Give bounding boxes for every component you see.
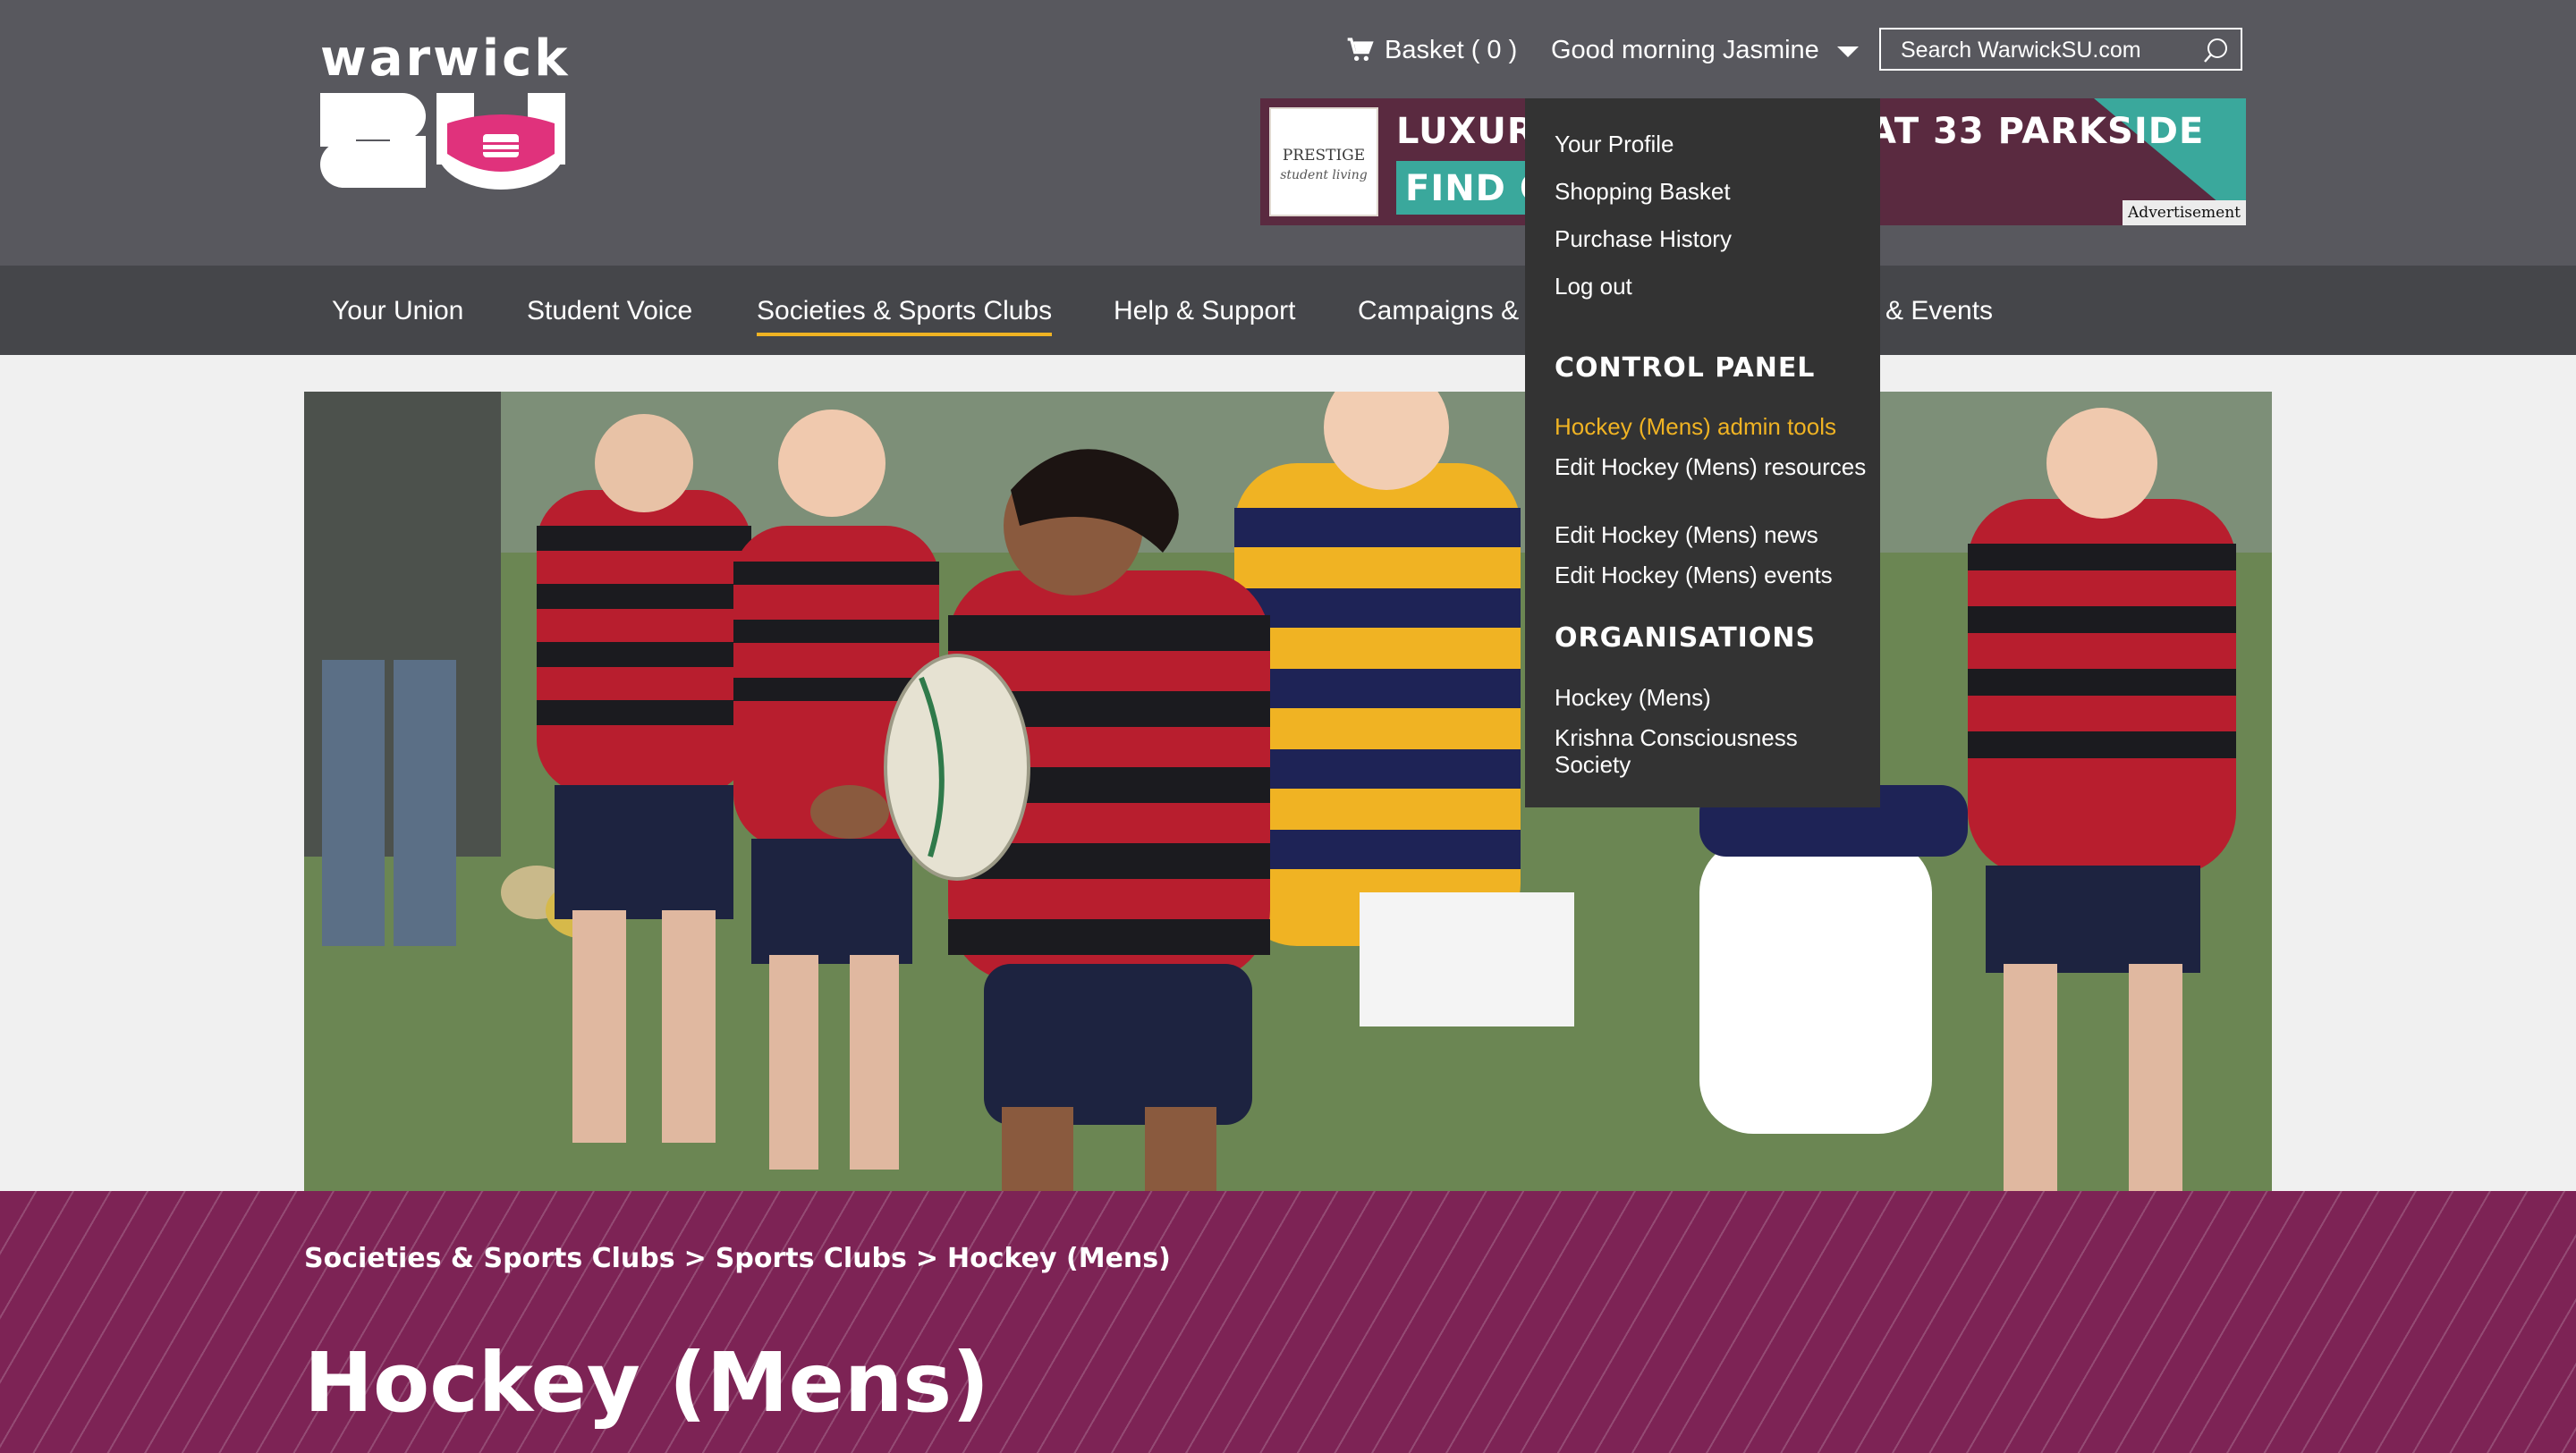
user-dropdown-menu: Your Profile Shopping Basket Purchase Hi… [1525, 98, 1880, 807]
page-title: Hockey (Mens) [304, 1335, 990, 1431]
breadcrumb-societies-sports-clubs[interactable]: Societies & Sports Clubs [304, 1243, 675, 1274]
nav-item-help-support[interactable]: Help & Support [1114, 295, 1295, 327]
site-header: warwick Basket ( 0 ) Good morning Jasmin… [0, 0, 2576, 266]
warwick-su-logo[interactable]: warwick [317, 32, 568, 207]
menu-item-edit-events[interactable]: Edit Hockey (Mens) events [1555, 562, 1868, 588]
ad-logo-line1: PRESTIGE [1282, 147, 1366, 165]
user-menu-toggle[interactable]: Good morning Jasmine [1551, 32, 1859, 68]
nav-item-campaigns[interactable]: Campaigns & C [1358, 295, 1546, 327]
hero-photo-illustration [304, 392, 2272, 1193]
nav-item-student-voice[interactable]: Student Voice [527, 295, 692, 327]
ad-logo-line2: student living [1280, 168, 1368, 182]
hero-image [304, 392, 2272, 1193]
menu-item-org-hockey-mens[interactable]: Hockey (Mens) [1555, 684, 1868, 711]
menu-item-shopping-basket[interactable]: Shopping Basket [1555, 178, 1868, 205]
main-nav: Your Union Student Voice Societies & Spo… [0, 266, 2576, 355]
nav-item-events[interactable]: & Events [1885, 295, 1993, 327]
menu-item-edit-news[interactable]: Edit Hockey (Mens) news [1555, 521, 1868, 548]
menu-item-admin-tools[interactable]: Hockey (Mens) admin tools [1555, 413, 1868, 440]
search-input[interactable] [1899, 30, 2198, 71]
breadcrumb-hockey-mens[interactable]: Hockey (Mens) [947, 1243, 1171, 1274]
prestige-logo: PRESTIGE student living [1269, 107, 1378, 216]
breadcrumb-separator: > [915, 1243, 939, 1274]
greeting-text: Good morning Jasmine [1551, 35, 1819, 64]
advertisement-label: Advertisement [2123, 200, 2246, 225]
chevron-down-icon [1836, 46, 1859, 57]
ad-headline-right: AT 33 PARKSIDE [1868, 111, 2205, 152]
organisations-heading: ORGANISATIONS [1555, 622, 1817, 654]
nav-item-your-union[interactable]: Your Union [332, 295, 463, 327]
breadcrumb: Societies & Sports Clubs > Sports Clubs > Ho… [304, 1243, 1171, 1274]
basket-label: Basket ( 0 ) [1385, 35, 1518, 64]
site-search [1879, 28, 2242, 71]
breadcrumb-sports-clubs[interactable]: Sports Clubs [716, 1243, 907, 1274]
menu-item-purchase-history[interactable]: Purchase History [1555, 225, 1868, 252]
menu-item-log-out[interactable]: Log out [1555, 273, 1868, 300]
cart-icon [1347, 38, 1374, 61]
basket-link[interactable]: Basket ( 0 ) [1345, 32, 1517, 68]
menu-item-your-profile[interactable]: Your Profile [1555, 131, 1868, 157]
page-header-banner: Societies & Sports Clubs > Sports Clubs > Ho… [0, 1191, 2576, 1453]
menu-item-edit-resources[interactable]: Edit Hockey (Mens) resources [1555, 453, 1868, 480]
control-panel-heading: CONTROL PANEL [1555, 352, 1816, 384]
breadcrumb-separator: > [683, 1243, 707, 1274]
nav-item-societies-sports-clubs[interactable]: Societies & Sports Clubs [757, 295, 1053, 336]
menu-item-org-krishna-society[interactable]: Krishna Consciousness Society [1555, 724, 1868, 778]
search-icon[interactable] [2203, 37, 2230, 63]
su-logo-mark [320, 93, 565, 190]
